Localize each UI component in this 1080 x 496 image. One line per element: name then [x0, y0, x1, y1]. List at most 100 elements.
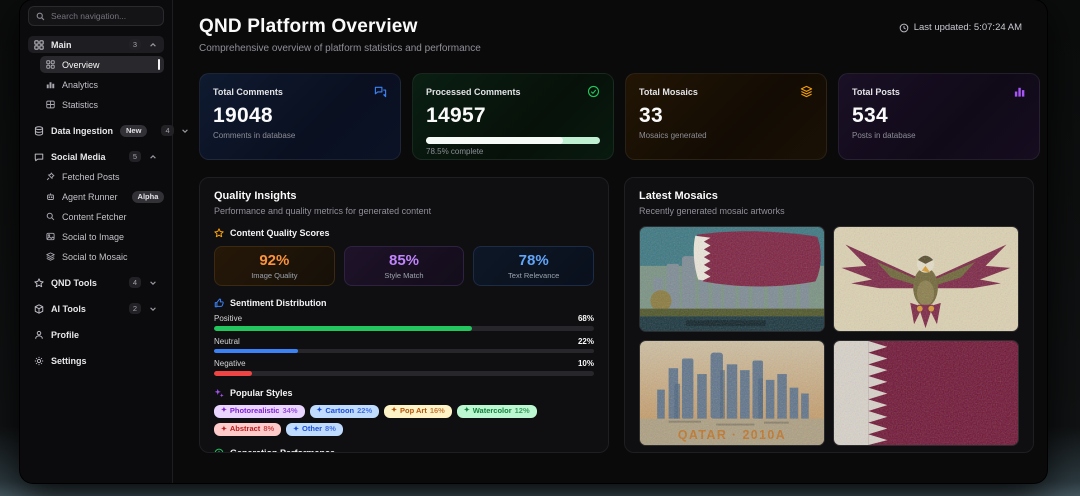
sparkle-icon: ✦ — [464, 407, 470, 415]
sidebar-group-main[interactable]: Main 3 — [28, 36, 164, 53]
pin-icon — [46, 172, 55, 181]
count-badge: 3 — [129, 39, 141, 50]
sparkles-icon — [214, 388, 224, 398]
style-name: Watercolor — [473, 407, 512, 415]
bar-chart-icon — [1013, 85, 1026, 98]
alpha-badge: Alpha — [132, 191, 165, 203]
stat-value: 19048 — [213, 104, 387, 128]
table-icon — [46, 100, 55, 109]
messages-icon — [374, 85, 387, 98]
mosaic-image-skyline-2010[interactable]: QATAR · 2010A — [639, 340, 825, 446]
sentiment-label: Negative — [214, 359, 246, 368]
sentiment-bar — [214, 349, 594, 354]
item-label: Overview — [62, 60, 100, 70]
stat-card-total-mosaics[interactable]: Total Mosaics 33 Mosaics generated — [625, 73, 827, 160]
sentiment-bar-fill — [214, 349, 298, 354]
style-name: Cartoon — [325, 407, 354, 415]
thumbs-up-icon — [214, 298, 224, 308]
stat-label: Processed Comments — [426, 87, 521, 97]
stat-label: Total Comments — [213, 87, 283, 97]
check-circle-icon — [587, 85, 600, 98]
mosaic-image-flag-skyline[interactable] — [639, 226, 825, 332]
sentiment-label: Positive — [214, 314, 242, 323]
sparkle-icon: ✦ — [221, 407, 227, 415]
group-label: Social Media — [51, 152, 106, 162]
grid-icon — [34, 40, 44, 50]
score-card-style-match: 85% Style Match — [344, 246, 465, 286]
score-value: 78% — [519, 252, 549, 269]
sidebar-item-social-to-mosaic[interactable]: Social to Mosaic — [40, 248, 164, 265]
last-updated: Last updated: 5:07:24 AM — [899, 22, 1022, 33]
sparkle-icon: ✦ — [293, 426, 299, 434]
sidebar-item-analytics[interactable]: Analytics — [40, 76, 164, 93]
section-title: Content Quality Scores — [230, 228, 330, 238]
page-subtitle: Comprehensive overview of platform stati… — [199, 43, 481, 54]
panel-title: Quality Insights — [214, 190, 594, 202]
sidebar: Main 3 Overview Analytics Statistics Dat… — [20, 0, 173, 483]
item-label: Statistics — [62, 100, 98, 110]
stats-row: Total Comments 19048 Comments in databas… — [199, 73, 1040, 160]
group-label: Main — [51, 40, 72, 50]
sidebar-group-data-ingestion[interactable]: Data Ingestion New 4 — [28, 122, 164, 139]
sidebar-item-settings[interactable]: Settings — [28, 352, 164, 369]
style-badge-watercolor: ✦Watercolor12% — [457, 405, 537, 418]
sidebar-item-statistics[interactable]: Statistics — [40, 96, 164, 113]
group-label: AI Tools — [51, 304, 86, 314]
style-badge-photorealistic: ✦Photorealistic34% — [214, 405, 305, 418]
clock-icon — [214, 448, 224, 453]
search-input[interactable] — [51, 11, 156, 21]
sidebar-item-social-to-image[interactable]: Social to Image — [40, 228, 164, 245]
score-card-image-quality: 92% Image Quality — [214, 246, 335, 286]
page-title: QND Platform Overview — [199, 16, 481, 38]
chevron-down-icon — [148, 279, 158, 287]
stat-value: 14957 — [426, 104, 600, 128]
score-value: 92% — [259, 252, 289, 269]
panel-subtitle: Performance and quality metrics for gene… — [214, 206, 594, 216]
chevron-up-icon — [148, 153, 158, 161]
count-badge: 5 — [129, 151, 141, 162]
bot-icon — [46, 192, 55, 201]
score-card-text-relevance: 78% Text Relevance — [473, 246, 594, 286]
score-label: Text Relevance — [508, 271, 559, 280]
star-icon — [214, 228, 224, 238]
sidebar-item-agent-runner[interactable]: Agent Runner Alpha — [40, 188, 164, 205]
new-badge: New — [120, 125, 147, 137]
sidebar-group-social-media[interactable]: Social Media 5 — [28, 148, 164, 165]
section-title: Popular Styles — [230, 388, 293, 398]
count-badge: 4 — [129, 277, 141, 288]
sentiment-positive: Positive 68% — [214, 314, 594, 331]
panel-subtitle: Recently generated mosaic artworks — [639, 206, 1019, 216]
sentiment-bar — [214, 326, 594, 331]
layers-icon — [800, 85, 813, 98]
stat-card-total-comments[interactable]: Total Comments 19048 Comments in databas… — [199, 73, 401, 160]
group-label: Data Ingestion — [51, 126, 113, 136]
stat-card-processed-comments[interactable]: Processed Comments 14957 78.5% complete — [412, 73, 614, 160]
group-label: QND Tools — [51, 278, 97, 288]
item-label: Profile — [51, 330, 79, 340]
mosaic-image-qatar-flag[interactable] — [833, 340, 1019, 446]
item-label: Fetched Posts — [62, 172, 120, 182]
style-percent: 16% — [430, 407, 445, 415]
sidebar-group-ai-tools[interactable]: AI Tools 2 — [28, 300, 164, 317]
sentiment-percent: 68% — [578, 314, 594, 323]
chevron-down-icon — [148, 305, 158, 313]
sentiment-percent: 10% — [578, 359, 594, 368]
style-name: Other — [302, 425, 322, 433]
sidebar-item-content-fetcher[interactable]: Content Fetcher — [40, 208, 164, 225]
style-name: Photorealistic — [230, 407, 280, 415]
item-label: Analytics — [62, 80, 98, 90]
mosaic-image-falcon[interactable] — [833, 226, 1019, 332]
sidebar-item-overview[interactable]: Overview — [40, 56, 164, 73]
clock-icon — [899, 23, 909, 33]
sidebar-group-qnd-tools[interactable]: QND Tools 4 — [28, 274, 164, 291]
sidebar-item-fetched-posts[interactable]: Fetched Posts — [40, 168, 164, 185]
stat-card-total-posts[interactable]: Total Posts 534 Posts in database — [838, 73, 1040, 160]
latest-mosaics-panel: Latest Mosaics Recently generated mosaic… — [624, 177, 1034, 453]
sidebar-search[interactable] — [28, 6, 164, 26]
style-badge-pop-art: ✦Pop Art16% — [384, 405, 452, 418]
sentiment-bar-fill — [214, 371, 252, 376]
stat-sub: Comments in database — [213, 131, 387, 140]
item-label: Content Fetcher — [62, 212, 127, 222]
search-icon — [46, 212, 55, 221]
sidebar-item-profile[interactable]: Profile — [28, 326, 164, 343]
